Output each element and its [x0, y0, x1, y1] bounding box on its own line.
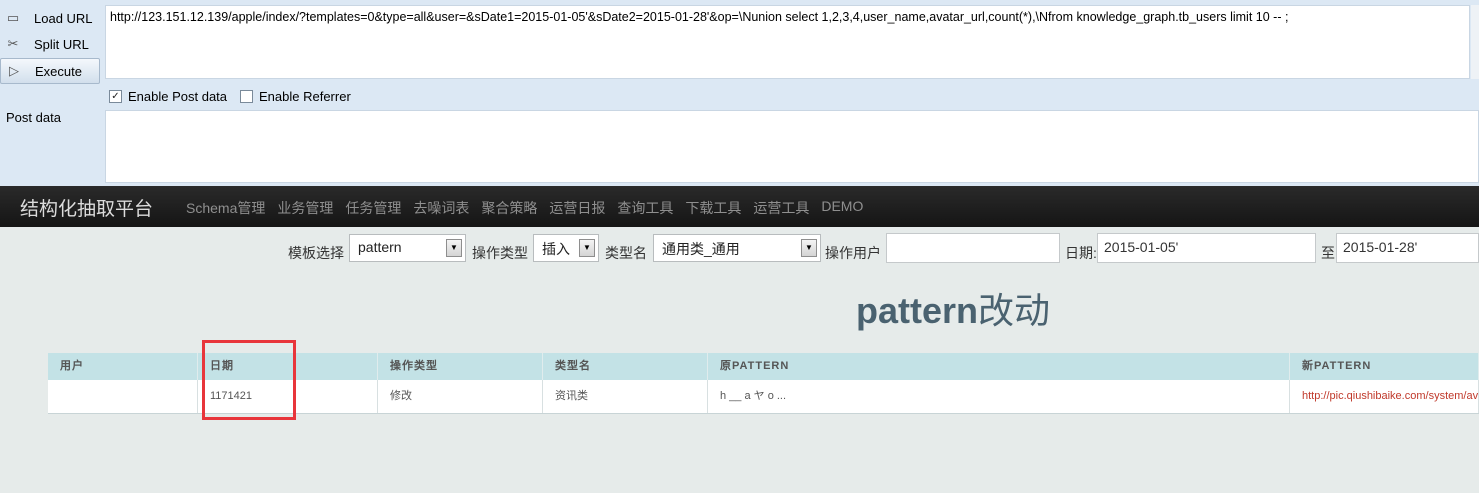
nav-item-ops[interactable]: 运营工具: [753, 198, 809, 218]
nav-item-aggregate[interactable]: 聚合策略: [481, 198, 537, 218]
type-name-select-value: 通用类_通用: [662, 241, 740, 257]
nav-item-task[interactable]: 任务管理: [345, 198, 401, 218]
split-url-button[interactable]: ✂ Split URL: [0, 32, 100, 56]
op-type-select[interactable]: 插入 ▼: [533, 234, 599, 262]
type-name-select[interactable]: 通用类_通用 ▼: [653, 234, 821, 262]
load-url-icon: ▭: [6, 10, 20, 25]
play-icon: ▷: [9, 63, 19, 78]
op-user-input[interactable]: [886, 233, 1060, 263]
cell-old-pattern: h __ a ヤ o ...: [708, 380, 1290, 413]
date-to-label: 至: [1321, 245, 1335, 261]
top-navbar: 结构化抽取平台 Schema管理 业务管理 任务管理 去噪词表 聚合策略 运营日…: [0, 186, 1479, 227]
execute-button[interactable]: ▷ Execute: [0, 58, 100, 84]
nav-item-schema[interactable]: Schema管理: [186, 198, 265, 218]
cell-type-name: 资讯类: [543, 380, 708, 413]
chevron-down-icon: ▼: [579, 239, 595, 257]
column-header-new-pattern: 新PATTERN: [1290, 353, 1479, 380]
cell-new-pattern-link[interactable]: http://pic.qiushibaike.com/system/avtnew…: [1290, 380, 1479, 413]
nav-item-business[interactable]: 业务管理: [277, 198, 333, 218]
enable-post-checkbox[interactable]: ✓: [109, 89, 122, 103]
url-scrollbar[interactable]: [1471, 5, 1479, 79]
load-url-label: Load URL: [34, 10, 93, 26]
annotation-highlight-box: [202, 340, 296, 420]
chevron-down-icon: ▼: [446, 239, 462, 257]
split-url-label: Split URL: [34, 36, 89, 52]
date-from-input[interactable]: 2015-01-05': [1097, 233, 1316, 263]
enable-post-label: Enable Post data: [128, 88, 228, 104]
nav-item-download[interactable]: 下载工具: [685, 198, 741, 218]
execute-label: Execute: [35, 63, 82, 79]
date-to-input[interactable]: 2015-01-28': [1336, 233, 1479, 263]
column-header-old-pattern: 原PATTERN: [708, 353, 1290, 380]
template-select-value: pattern: [358, 239, 402, 255]
nav-item-demo[interactable]: DEMO: [821, 198, 863, 218]
cell-user: [48, 380, 198, 413]
column-header-type-name: 类型名: [543, 353, 708, 380]
enable-referrer-toggle[interactable]: Enable Referrer: [240, 88, 351, 104]
page-title-main: pattern: [856, 290, 979, 331]
nav-item-denoise[interactable]: 去噪词表: [413, 198, 469, 218]
type-name-label: 类型名: [605, 245, 647, 261]
op-type-label: 操作类型: [472, 245, 528, 261]
date-label: 日期:: [1065, 245, 1097, 261]
enable-referrer-label: Enable Referrer: [259, 88, 351, 104]
brand-title[interactable]: 结构化抽取平台: [20, 194, 153, 221]
column-header-op-type: 操作类型: [378, 353, 543, 380]
post-data-textarea[interactable]: [105, 110, 1479, 183]
chevron-down-icon: ▼: [801, 239, 817, 257]
page-title: pattern改动: [856, 282, 1050, 334]
nav-menu: Schema管理 业务管理 任务管理 去噪词表 聚合策略 运营日报 查询工具 下…: [186, 198, 863, 218]
scissors-icon: ✂: [7, 36, 19, 51]
hackbar-panel: ▭ Load URL ✂ Split URL ▷ Execute http://…: [0, 0, 1479, 186]
nav-item-daily-report[interactable]: 运营日报: [549, 198, 605, 218]
post-data-label: Post data: [6, 110, 61, 125]
column-header-user: 用户: [48, 353, 198, 380]
op-user-label: 操作用户: [825, 245, 881, 261]
cell-op-type: 修改: [378, 380, 543, 413]
enable-referrer-checkbox[interactable]: [240, 89, 253, 103]
load-url-button[interactable]: ▭ Load URL: [0, 6, 100, 30]
url-textarea[interactable]: http://123.151.12.139/apple/index/?templ…: [105, 5, 1470, 79]
nav-item-query[interactable]: 查询工具: [617, 198, 673, 218]
page-title-suffix: 改动: [978, 290, 1051, 331]
op-type-select-value: 插入: [542, 241, 570, 257]
enable-post-toggle[interactable]: ✓ Enable Post data: [109, 88, 227, 104]
template-label: 模板选择: [288, 245, 344, 261]
template-select[interactable]: pattern ▼: [349, 234, 466, 262]
